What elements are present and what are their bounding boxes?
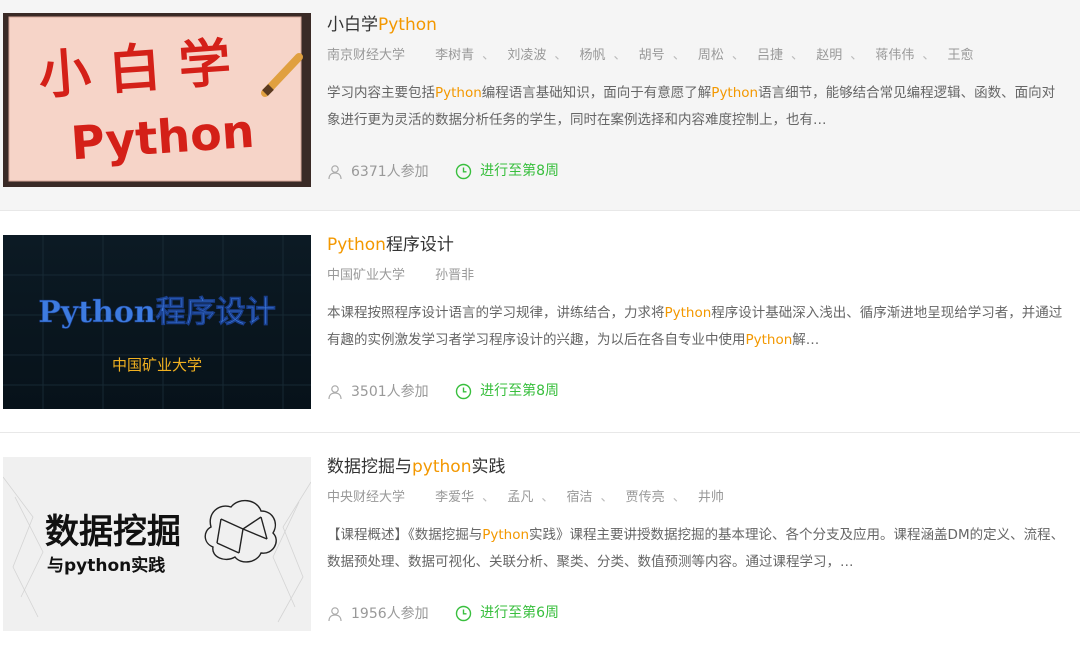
course-meta: 南京财经大学 李树青、 刘凌波、 杨帆、 胡号、 周松、 吕捷、 赵明、 蒋伟伟… <box>327 48 974 63</box>
course-title[interactable]: 小白学Python <box>327 13 1067 37</box>
course-meta: 中央财经大学 李爱华、 孟凡、 宿洁、 贾传亮、 井帅 <box>327 490 724 505</box>
course-stats: 3501人参加 进行至第8周 <box>327 381 559 401</box>
user-icon <box>328 384 342 399</box>
enroll-count: 3501人参加 <box>327 382 429 402</box>
course-progress: 进行至第6周 <box>455 603 559 623</box>
school-name[interactable]: 中国矿业大学 <box>327 268 405 283</box>
school-name[interactable]: 南京财经大学 <box>327 48 405 63</box>
school-name[interactable]: 中央财经大学 <box>327 490 405 505</box>
teacher-name: 蒋伟伟 <box>875 48 915 63</box>
enroll-count: 6371人参加 <box>327 162 429 182</box>
teacher-name: 赵明 <box>816 48 843 63</box>
teacher-name: 王愈 <box>947 48 974 63</box>
teacher-name: 周松 <box>697 48 724 63</box>
course-thumbnail[interactable]: Python程序设计 中国矿业大学 <box>3 235 311 409</box>
thumb-text-2: 与python实践 <box>47 555 165 576</box>
teacher-name: 胡号 <box>638 48 665 63</box>
teacher-name: 李爱华 <box>435 490 475 505</box>
course-thumbnail[interactable]: 数据挖掘 与python实践 <box>3 457 311 631</box>
teacher-name: 井帅 <box>697 490 724 505</box>
teacher-name: 贾传亮 <box>625 490 665 505</box>
course-title[interactable]: 数据挖掘与python实践 <box>327 455 1067 479</box>
course-stats: 1956人参加 进行至第6周 <box>327 603 559 623</box>
course-thumbnail[interactable]: 小 白 学 Python <box>3 13 311 187</box>
course-card[interactable]: Python程序设计 中国矿业大学 Python程序设计 中国矿业大学 孙晋非 … <box>0 211 1080 433</box>
user-icon <box>328 164 342 179</box>
teacher-name: 吕捷 <box>757 48 784 63</box>
teacher-name: 李树青 <box>435 48 475 63</box>
course-description: 【课程概述】《数据挖掘与Python实践》课程主要讲授数据挖掘的基本理论、各个分… <box>327 527 1065 570</box>
course-card[interactable]: 数据挖掘 与python实践 数据挖掘与python实践 中央财经大学 李爱华、… <box>0 433 1080 651</box>
course-description: 本课程按照程序设计语言的学习规律，讲练结合，力求将Python程序设计基础深入浅… <box>327 305 1063 348</box>
thumb-text-1: 数据挖掘 <box>45 512 181 552</box>
teacher-name: 孙晋非 <box>435 268 475 283</box>
course-meta: 中国矿业大学 孙晋非 <box>327 267 1067 285</box>
thumb-text-1: Python程序设计 <box>38 295 275 330</box>
course-title[interactable]: Python程序设计 <box>327 233 1067 257</box>
course-description: 学习内容主要包括Python编程语言基础知识，面向于有意愿了解Python语言细… <box>327 85 1056 128</box>
clock-icon <box>455 605 472 621</box>
course-card[interactable]: 小 白 学 Python 小白学Python 南京财经大学 李树青、 刘凌波、 … <box>0 0 1080 211</box>
enroll-count: 1956人参加 <box>327 604 429 624</box>
clock-icon <box>455 163 472 179</box>
teacher-name: 孟凡 <box>507 490 534 505</box>
teacher-name: 刘凌波 <box>507 48 547 63</box>
course-progress: 进行至第8周 <box>455 381 559 401</box>
teacher-name: 宿洁 <box>566 490 593 505</box>
clock-icon <box>455 383 472 399</box>
thumb-text-2: 中国矿业大学 <box>112 356 202 374</box>
user-icon <box>328 606 342 621</box>
course-progress: 进行至第8周 <box>455 161 559 181</box>
teacher-name: 杨帆 <box>579 48 606 63</box>
course-stats: 6371人参加 进行至第8周 <box>327 161 559 181</box>
